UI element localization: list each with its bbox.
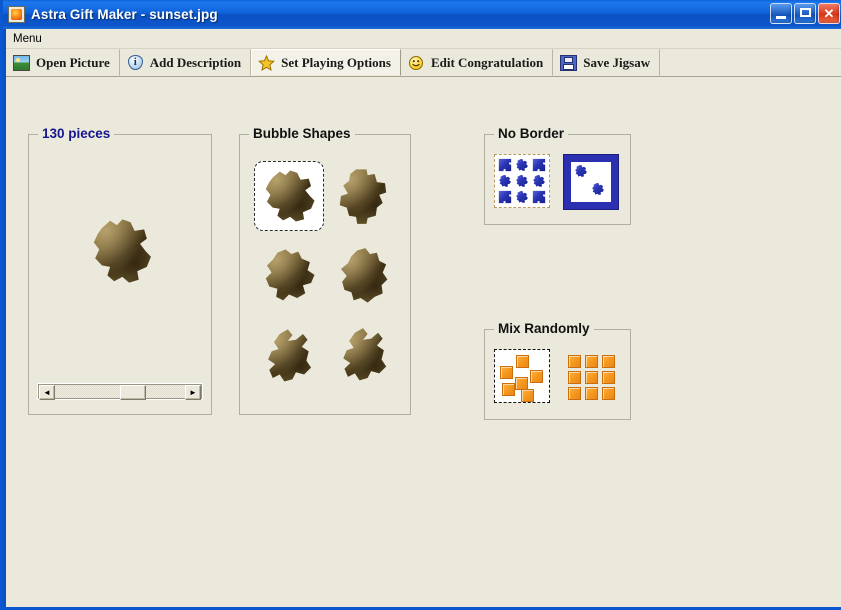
pieces-panel-legend: 130 pieces <box>38 126 115 141</box>
shapes-panel: Bubble Shapes <box>239 126 411 415</box>
mix-panel: Mix Randomly <box>484 321 631 420</box>
border-option-no-border[interactable] <box>494 154 550 208</box>
shape-option-3[interactable] <box>254 241 324 311</box>
frame-border-icon <box>564 155 618 209</box>
pieces-count-scrollbar[interactable]: ◄ ► <box>37 383 203 400</box>
maximize-button[interactable] <box>794 3 816 24</box>
menu-item-menu[interactable]: Menu <box>6 31 48 47</box>
shape-option-4[interactable] <box>328 241 398 311</box>
application-window: Astra Gift Maker - sunset.jpg Menu Open … <box>0 0 841 610</box>
piece-preview-image <box>93 219 151 283</box>
window-title-filename: sunset.jpg <box>149 7 218 22</box>
floppy-icon <box>560 54 578 71</box>
info-icon: i <box>127 54 144 71</box>
client-area: Menu Open Picture i Add Description Set … <box>6 29 841 607</box>
pieces-panel: 130 pieces ◄ ► <box>28 126 212 415</box>
mix-option-aligned[interactable] <box>563 349 619 403</box>
toolbar-label-add-description: Add Description <box>149 54 242 70</box>
window-controls <box>770 3 840 24</box>
smiley-icon <box>408 55 425 71</box>
star-icon <box>258 54 276 71</box>
scrollbar-right-arrow-button[interactable]: ► <box>185 385 201 400</box>
shape-option-5[interactable] <box>254 321 324 391</box>
shape-option-6[interactable] <box>328 321 398 391</box>
toolbar-button-add-description[interactable]: i Add Description <box>119 49 252 76</box>
shapes-panel-legend: Bubble Shapes <box>249 126 355 141</box>
title-bar[interactable]: Astra Gift Maker - sunset.jpg <box>3 0 841 29</box>
shape-option-1[interactable] <box>254 161 324 231</box>
toolbar-label-save-jigsaw: Save Jigsaw <box>583 54 651 70</box>
window-title-separator: - <box>136 7 150 22</box>
toolbar-button-edit-congratulation[interactable]: Edit Congratulation <box>400 49 554 76</box>
shape-thumbnail-1 <box>265 170 315 222</box>
mix-option-random[interactable] <box>494 349 550 403</box>
scrollbar-thumb[interactable] <box>120 385 146 400</box>
minimize-button[interactable] <box>770 3 792 24</box>
toolbar-label-edit-congratulation: Edit Congratulation <box>430 54 544 70</box>
border-panel-legend: No Border <box>494 126 569 141</box>
window-title-app: Astra Gift Maker <box>31 7 137 22</box>
shape-thumbnail-3 <box>265 249 315 301</box>
toolbar-label-open-picture: Open Picture <box>36 54 110 70</box>
close-button[interactable] <box>818 3 840 24</box>
picture-icon <box>13 54 30 71</box>
shape-option-2[interactable] <box>328 161 398 231</box>
toolbar-label-set-playing-options: Set Playing Options <box>281 54 391 70</box>
right-arrow-icon: ► <box>189 387 197 397</box>
window-title: Astra Gift Maker - sunset.jpg <box>31 7 218 22</box>
shape-thumbnail-6 <box>343 328 387 381</box>
astra-app-icon <box>8 6 25 23</box>
mix-panel-legend: Mix Randomly <box>494 321 594 336</box>
border-option-with-border[interactable] <box>563 154 619 209</box>
scrollbar-left-arrow-button[interactable]: ◄ <box>39 385 55 400</box>
toolbar: Open Picture i Add Description Set Playi… <box>6 49 841 77</box>
shape-thumbnail-4 <box>340 248 388 303</box>
toolbar-button-save-jigsaw[interactable]: Save Jigsaw <box>553 49 661 76</box>
shape-thumbnail-2 <box>339 169 387 224</box>
shape-thumbnail-5 <box>268 329 312 382</box>
menu-bar: Menu <box>6 29 841 49</box>
border-panel: No Border <box>484 126 631 225</box>
toolbar-button-set-playing-options[interactable]: Set Playing Options <box>251 49 401 76</box>
left-arrow-icon: ◄ <box>43 387 51 397</box>
toolbar-button-open-picture[interactable]: Open Picture <box>6 49 120 76</box>
